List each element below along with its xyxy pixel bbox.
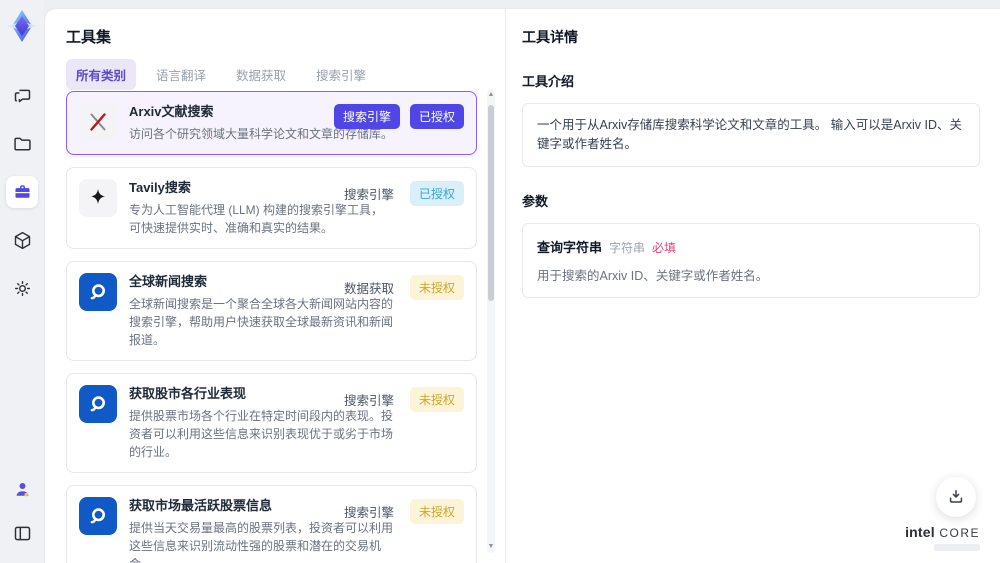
category-badge: 搜索引擎 xyxy=(333,104,400,129)
tool-card[interactable]: Tavily搜索 专为人工智能代理 (LLM) 构建的搜索引擎工具，可快速提供实… xyxy=(66,167,477,249)
tool-icon xyxy=(79,385,117,423)
param-required-flag: 必填 xyxy=(652,240,677,255)
tool-description: 提供当天交易量最高的股票列表，投资者可以利用这些信息来识别流动性强的股票和潜在的… xyxy=(129,521,394,563)
main-panel: 工具集 所有类别 语言翻译 数据获取 搜索引擎 Arxiv文献搜索 访问各个研究领域大… xyxy=(44,8,1000,563)
tool-card[interactable]: Arxiv文献搜索 访问各个研究领域大量科学论文和文章的存储库。 搜索引擎 已授… xyxy=(66,91,477,155)
download-button[interactable] xyxy=(936,477,976,517)
folder-icon[interactable] xyxy=(6,128,38,160)
auth-badge: 已授权 xyxy=(409,104,464,129)
category-tab[interactable]: 数据获取 xyxy=(226,59,296,90)
scroll-up-icon[interactable]: ▲ xyxy=(487,90,495,100)
tool-icon xyxy=(79,103,117,141)
panel-toggle-icon[interactable] xyxy=(6,517,38,549)
category-tab[interactable]: 所有类别 xyxy=(66,59,137,90)
category-tabs: 所有类别 语言翻译 数据获取 搜索引擎 xyxy=(66,59,376,90)
category-badge: 搜索引擎 xyxy=(343,188,394,202)
intro-section-title: 工具介绍 xyxy=(522,74,575,89)
tool-detail-panel: 工具详情 工具介绍 一个用于从Arxiv存储库搜索科学论文和文章的工具。 输入可… xyxy=(505,9,1000,563)
scrollbar[interactable]: ▲ ▼ xyxy=(487,89,495,553)
tool-description: 提供股票市场各个行业在特定时间段内的表现。投资者可以利用这些信息来识别表现优于或… xyxy=(129,409,394,459)
tool-description: 全球新闻搜索是一个聚合全球各大新闻网站内容的搜索引擎，帮助用户快速获取全球最新资… xyxy=(129,297,394,347)
auth-badge: 已授权 xyxy=(409,181,464,206)
parameter-card: 查询字符串 字符串 必填 用于搜索的Arxiv ID、关键字或作者姓名。 xyxy=(522,222,980,298)
app-logo[interactable] xyxy=(4,8,40,44)
page-title: 工具集 xyxy=(66,29,112,46)
cube-icon[interactable] xyxy=(6,224,38,256)
tool-card[interactable]: 获取股市各行业表现 提供股票市场各个行业在特定时间段内的表现。投资者可以利用这些… xyxy=(66,373,477,473)
category-badge: 搜索引擎 xyxy=(343,394,394,408)
tool-list: Arxiv文献搜索 访问各个研究领域大量科学论文和文章的存储库。 搜索引擎 已授… xyxy=(66,91,477,563)
tool-icon xyxy=(79,497,117,535)
tool-card[interactable]: 获取市场最活跃股票信息 提供当天交易量最高的股票列表，投资者可以利用这些信息来识… xyxy=(66,485,477,563)
param-description: 用于搜索的Arxiv ID、关键字或作者姓名。 xyxy=(537,268,769,283)
param-type: 字符串 xyxy=(609,240,646,255)
params-section-title: 参数 xyxy=(522,193,549,209)
category-tab[interactable]: 语言翻译 xyxy=(146,59,216,90)
category-badge: 数据获取 xyxy=(343,282,394,296)
sidebar xyxy=(0,0,44,563)
auth-badge: 未授权 xyxy=(409,499,464,524)
intel-core-logo: intel core xyxy=(905,524,980,551)
param-name: 查询字符串 xyxy=(537,239,603,255)
tool-intro-text: 一个用于从Arxiv存储库搜索科学论文和文章的工具。 输入可以是Arxiv ID… xyxy=(522,103,980,167)
briefcase-icon[interactable] xyxy=(6,176,38,208)
category-tab[interactable]: 搜索引擎 xyxy=(306,59,376,90)
tool-icon xyxy=(79,179,117,217)
category-badge: 搜索引擎 xyxy=(343,506,394,520)
auth-badge: 未授权 xyxy=(409,275,464,300)
core-brand-word: core xyxy=(939,526,980,540)
gear-icon[interactable] xyxy=(6,272,38,304)
scrollbar-thumb[interactable] xyxy=(488,105,494,301)
user-icon[interactable] xyxy=(6,473,38,505)
tool-list-panel: 工具集 所有类别 语言翻译 数据获取 搜索引擎 Arxiv文献搜索 访问各个研究领域大… xyxy=(45,9,505,563)
chat-icon[interactable] xyxy=(6,80,38,112)
detail-title: 工具详情 xyxy=(522,29,578,45)
tool-card[interactable]: 全球新闻搜索 全球新闻搜索是一个聚合全球各大新闻网站内容的搜索引擎，帮助用户快速… xyxy=(66,261,477,361)
scroll-down-icon[interactable]: ▼ xyxy=(487,542,495,552)
intel-logo-subtext xyxy=(934,544,980,551)
intel-brand-word: intel xyxy=(905,524,935,540)
auth-badge: 未授权 xyxy=(409,387,464,412)
tool-icon xyxy=(79,273,117,311)
